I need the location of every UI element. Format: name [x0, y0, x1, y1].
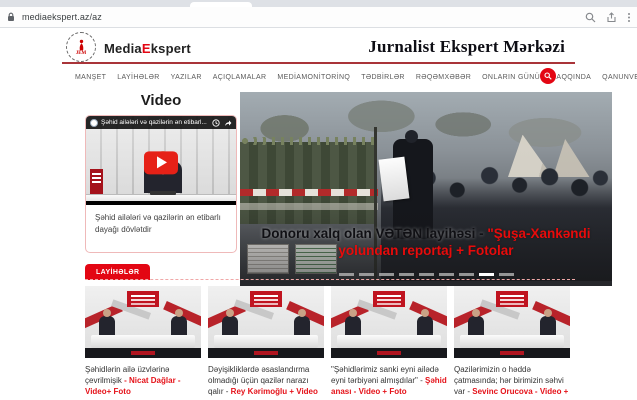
- caption-highlight: Rey Kərimoğlu + Video: [231, 387, 318, 396]
- photo-banner-paper: [379, 157, 410, 202]
- nav-item-qanunvericilik[interactable]: QANUNVERİCİLİK: [602, 74, 637, 81]
- play-button[interactable]: [144, 151, 178, 174]
- studio-red-panel: [90, 169, 103, 195]
- nav-item-mediamonitorinq[interactable]: MEDİAMONİTORİNQ: [277, 74, 350, 81]
- projects-card-list: Şəhidlərin ailə üzvlərinə çevrilmişik - …: [85, 286, 577, 400]
- caption-text: "Şəhidlərimiz sanki eyni ailədə eyni tər…: [331, 365, 439, 385]
- slider-indicators: [240, 273, 612, 276]
- channel-avatar[interactable]: [90, 119, 98, 127]
- nav-item-aciqlamalar[interactable]: AÇIQLAMALAR: [213, 74, 267, 81]
- youtube-player[interactable]: Şəhid ailələri və qazilərin ən etibarl..…: [86, 116, 236, 205]
- slide-dash[interactable]: [339, 273, 354, 276]
- video-section-heading: Video: [85, 92, 237, 109]
- article-caption[interactable]: "Şəhidlərimiz sanki eyni ailədə eyni tər…: [331, 364, 447, 398]
- nav-item-reqemxeber[interactable]: RƏQƏMXƏBƏR: [416, 74, 471, 81]
- search-button[interactable]: [540, 68, 556, 84]
- nav-item-tedbirler[interactable]: TƏDBİRLƏR: [361, 74, 405, 81]
- studio-host: [468, 316, 484, 336]
- studio-guest: [171, 316, 187, 336]
- site-title: Jurnalist Ekspert Mərkəzi: [368, 37, 565, 57]
- search-icon: [544, 72, 552, 80]
- photo-barrier: [240, 189, 378, 196]
- studio-floor: [454, 348, 570, 358]
- browser-tab-strip: [0, 0, 637, 7]
- studio-guest: [540, 316, 556, 336]
- studio-host: [222, 316, 238, 336]
- hero-slider[interactable]: Donoru xalq olan VƏTƏN layihəsi - "Şuşa-…: [240, 92, 612, 286]
- nav-item-haqqinda[interactable]: HAQQINDA: [551, 74, 591, 81]
- studio-desk: [460, 335, 564, 348]
- video-share-icon[interactable]: [224, 119, 232, 127]
- logo-emblem-text: JEM: [76, 51, 87, 56]
- video-letterbox: [86, 201, 236, 205]
- studio-banner: [127, 291, 159, 307]
- nav-item-yazilar[interactable]: YAZILAR: [171, 74, 202, 81]
- studio-desk: [91, 335, 195, 348]
- browser-window: mediaekspert.az/az JEM MediaEkspert Jurn…: [0, 0, 637, 400]
- nav-item-layiheler[interactable]: LAYİHƏLƏR: [117, 74, 159, 81]
- studio-banner: [496, 291, 528, 307]
- studio-desk: [214, 335, 318, 348]
- article-thumbnail: [454, 286, 570, 358]
- slide-dash[interactable]: [379, 273, 394, 276]
- photo-bottom-edge: [240, 281, 612, 286]
- logo-media: Media: [104, 41, 142, 56]
- nav-item-onlarin-gunu[interactable]: ONLARIN GÜNÜ: [482, 74, 540, 81]
- slide-dash[interactable]: [439, 273, 454, 276]
- video-title-bar: Şəhid ailələri və qazilərin ən etibarl..…: [86, 116, 236, 129]
- article-card[interactable]: "Şəhidlərimiz sanki eyni ailədə eyni tər…: [331, 286, 447, 400]
- watch-later-icon[interactable]: [212, 119, 220, 127]
- article-card[interactable]: Şəhidlərin ailə üzvlərinə çevrilmişik - …: [85, 286, 201, 400]
- slide-dash[interactable]: [459, 273, 474, 276]
- studio-host: [99, 316, 115, 336]
- projects-header: LAYİHƏLƏR: [85, 264, 575, 280]
- slide-dash-active[interactable]: [479, 273, 494, 276]
- studio-guest: [417, 316, 433, 336]
- share-icon[interactable]: [606, 12, 617, 23]
- article-thumbnail: [331, 286, 447, 358]
- article-card[interactable]: Qazilərimizin o həddə çatmasında; hər bi…: [454, 286, 570, 400]
- zoom-icon[interactable]: [585, 12, 596, 23]
- headline-dark-part: Donoru xalq olan VƏTƏN layihəsi -: [261, 226, 487, 241]
- video-title[interactable]: Şəhid ailələri və qazilərin ən etibarl..…: [101, 119, 209, 126]
- studio-guest: [294, 316, 310, 336]
- site-logo-emblem[interactable]: JEM: [66, 32, 96, 62]
- article-caption[interactable]: Dəyişikliklərdə əsaslandırma olmadığı üç…: [208, 364, 324, 398]
- studio-banner: [373, 291, 405, 307]
- browser-address-bar: mediaekspert.az/az: [0, 7, 637, 28]
- caption-highlight: Sevinc Orucova - Video + Foto: [454, 387, 568, 400]
- slide-dash[interactable]: [359, 273, 374, 276]
- article-card[interactable]: Dəyişikliklərdə əsaslandırma olmadığı üç…: [208, 286, 324, 400]
- hero-headline[interactable]: Donoru xalq olan VƏTƏN layihəsi - "Şuşa-…: [255, 226, 597, 260]
- logo-accent: E: [142, 41, 151, 56]
- lock-icon: [7, 12, 15, 22]
- studio-floor: [331, 348, 447, 358]
- slide-dash[interactable]: [399, 273, 414, 276]
- studio-banner: [250, 291, 282, 307]
- video-widget: Şəhid ailələri və qazilərin ən etibarl..…: [85, 115, 237, 253]
- studio-floor: [208, 348, 324, 358]
- more-icon[interactable]: [627, 12, 631, 23]
- article-caption[interactable]: Qazilərimizin o həddə çatmasında; hər bi…: [454, 364, 570, 400]
- studio-desk: [337, 335, 441, 348]
- nav-item-manset[interactable]: MANŞET: [75, 74, 106, 81]
- projects-badge[interactable]: LAYİHƏLƏR: [85, 264, 150, 280]
- slide-dash[interactable]: [499, 273, 514, 276]
- studio-host: [345, 316, 361, 336]
- header-divider: [62, 62, 575, 64]
- url-text[interactable]: mediaekspert.az/az: [22, 12, 102, 22]
- main-navigation: MANŞET LAYİHƏLƏR YAZILAR AÇIQLAMALAR MED…: [75, 66, 575, 88]
- webpage: JEM MediaEkspert Jurnalist Ekspert Mərkə…: [0, 28, 637, 400]
- article-thumbnail: [208, 286, 324, 358]
- article-caption[interactable]: Şəhidlərin ailə üzvlərinə çevrilmişik - …: [85, 364, 201, 398]
- site-logotype[interactable]: MediaEkspert: [104, 41, 191, 56]
- studio-floor: [85, 348, 201, 358]
- logo-rest: kspert: [151, 41, 191, 56]
- article-thumbnail: [85, 286, 201, 358]
- projects-divider: [85, 279, 575, 280]
- video-caption[interactable]: Şəhid ailələri və qazilərin ən etibarlı …: [86, 205, 236, 242]
- slide-dash[interactable]: [419, 273, 434, 276]
